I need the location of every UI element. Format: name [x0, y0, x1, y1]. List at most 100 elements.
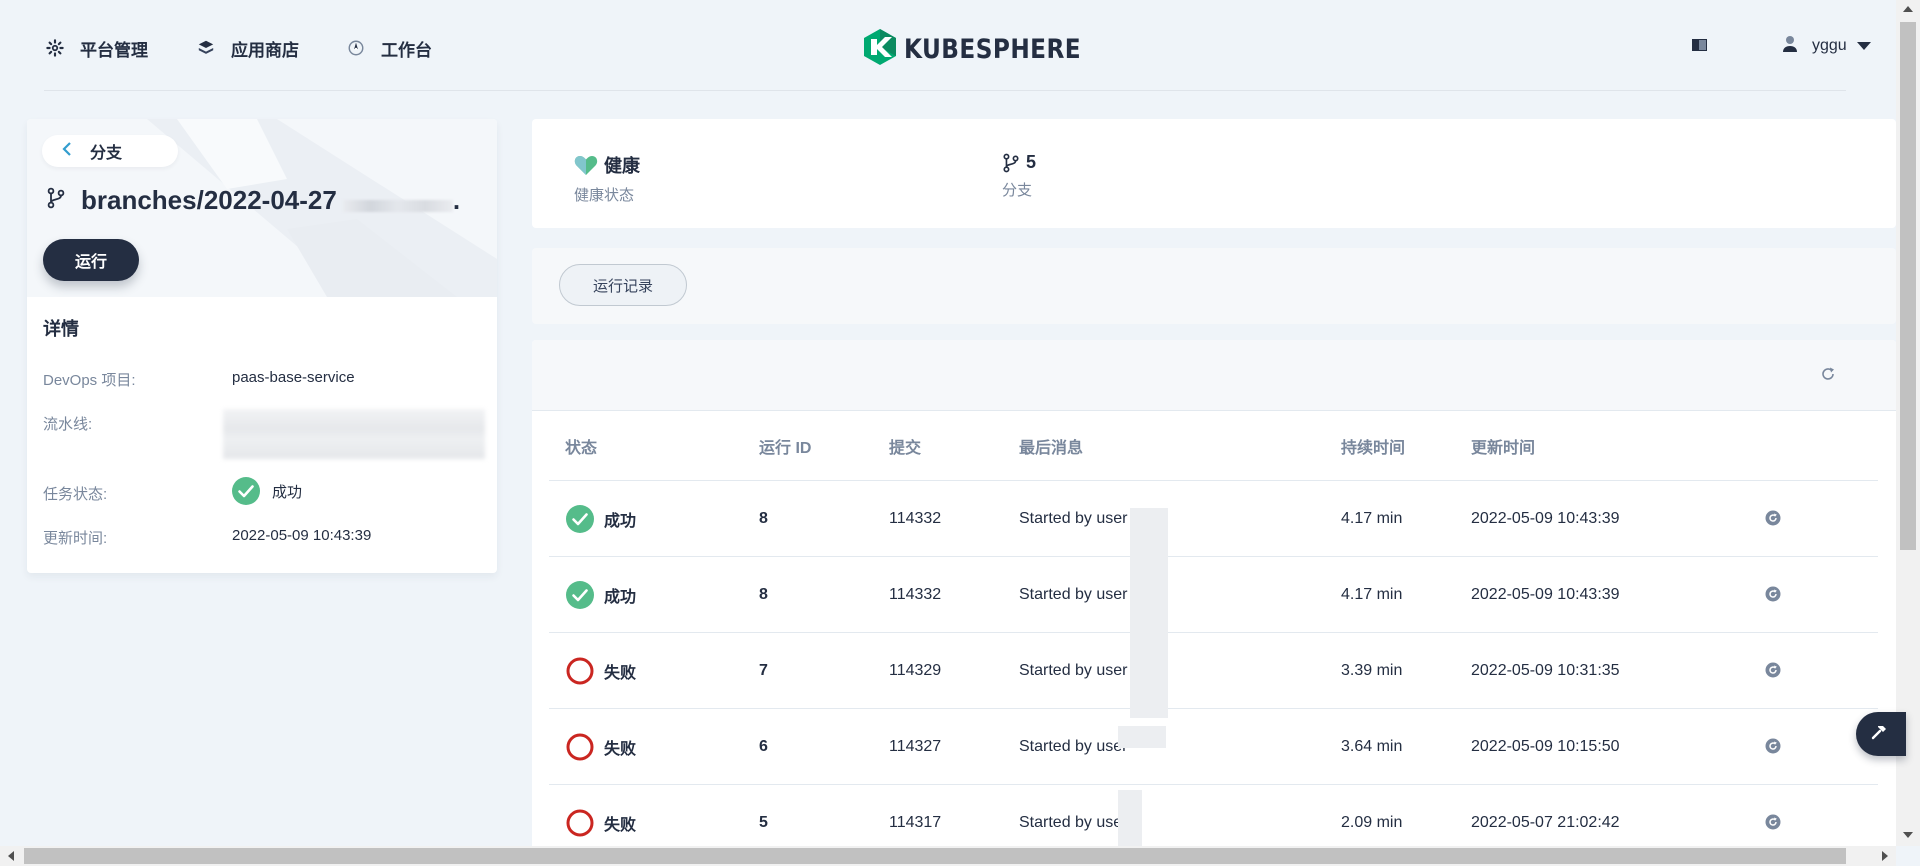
run-id-cell: 7 [759, 661, 768, 679]
branch-title: branches/2022-04-27 . [47, 185, 460, 216]
commit-cell: 114329 [889, 661, 942, 679]
duration-cell: 4.17 min [1341, 585, 1403, 603]
task-status-text: 成功 [272, 483, 303, 501]
book-icon[interactable] [1690, 36, 1710, 54]
column-header-duration[interactable]: 持续时间 [1341, 434, 1405, 458]
duration-cell: 3.39 min [1341, 661, 1403, 679]
status-cell: 成功 [566, 557, 636, 632]
nav-workbench-label: 工作台 [381, 40, 432, 60]
pipeline-summary: 健康 健康状态 5 分支 [532, 119, 1896, 228]
nav-workbench[interactable]: 工作台 [345, 30, 432, 66]
commit-cell: 114317 [889, 813, 942, 831]
back-to-branches-button[interactable]: 分支 [42, 135, 178, 167]
stack-icon [195, 37, 217, 59]
branch-name-suffix: . [452, 185, 461, 215]
tab-run-records[interactable]: 运行记录 [559, 264, 687, 306]
replay-icon[interactable] [1763, 584, 1783, 604]
top-navigation: 平台管理 应用商店 工作台 KUBESPHERE yggu [0, 0, 1896, 92]
column-header-updated[interactable]: 更新时间 [1471, 434, 1535, 458]
status-text: 失败 [604, 664, 637, 682]
scroll-right-arrow[interactable] [1882, 851, 1888, 861]
branch-count-label: 分支 [1002, 182, 1033, 199]
column-header-commit[interactable]: 提交 [889, 434, 921, 458]
run-id-cell: 8 [759, 509, 768, 527]
kubesphere-logo-icon [862, 28, 898, 71]
heart-icon [574, 154, 598, 176]
horizontal-scroll-thumb[interactable] [24, 848, 1846, 864]
status-text: 成功 [604, 512, 637, 530]
run-records-table: 状态 运行 ID 提交 最后消息 持续时间 更新时间 成功 8 114332 S… [532, 340, 1896, 850]
scroll-up-arrow[interactable] [1903, 6, 1913, 12]
branch-name: branches/2022-04-27 [81, 185, 337, 215]
updated-cell: 2022-05-09 10:43:39 [1471, 585, 1620, 603]
message-cell: Started by user [1019, 661, 1128, 679]
run-id-cell: 5 [759, 813, 768, 831]
table-row[interactable]: 失败 5 114317 Started by user 2.09 min 202… [549, 785, 1878, 850]
table-row[interactable]: 成功 8 114332 Started by user 4.17 min 202… [549, 481, 1878, 557]
user-icon [1782, 35, 1798, 58]
vertical-scroll-thumb[interactable] [1900, 22, 1916, 550]
branch-count-value: 5 [1026, 152, 1037, 172]
fail-circle-icon [566, 733, 594, 761]
nav-appstore-label: 应用商店 [231, 40, 299, 60]
fail-circle-icon [566, 809, 594, 837]
status-cell: 失败 [566, 785, 636, 850]
refresh-icon[interactable] [1816, 362, 1840, 386]
scroll-down-arrow[interactable] [1903, 832, 1913, 838]
column-header-last-message[interactable]: 最后消息 [1019, 434, 1083, 458]
duration-cell: 2.09 min [1341, 813, 1403, 831]
replay-icon[interactable] [1763, 660, 1783, 680]
branch-info-card: 分支 branches/2022-04-27 . 运行 详情 DevOps 项目… [27, 119, 497, 573]
toolbox-button[interactable] [1856, 712, 1906, 756]
column-header-run-id[interactable]: 运行 ID [759, 434, 811, 458]
run-id-cell: 8 [759, 585, 768, 603]
caret-down-icon [1856, 37, 1871, 55]
commit-cell: 114327 [889, 737, 942, 755]
table-row[interactable]: 成功 8 114332 Started by user 4.17 min 202… [549, 557, 1878, 633]
nav-platform-management[interactable]: 平台管理 [44, 30, 148, 66]
git-branch-icon [1002, 153, 1020, 173]
table-row[interactable]: 失败 6 114327 Started by user 3.64 min 202… [549, 709, 1878, 785]
task-status-label: 任务状态: [43, 486, 108, 503]
redacted-username [1118, 790, 1142, 850]
replay-icon[interactable] [1763, 736, 1783, 756]
status-text: 失败 [604, 740, 637, 758]
status-text: 成功 [604, 588, 637, 606]
run-id-cell: 6 [759, 737, 768, 755]
health-status: 健康 健康状态 [574, 152, 640, 205]
branch-header: 分支 branches/2022-04-27 . 运行 [27, 119, 497, 297]
replay-icon[interactable] [1763, 812, 1783, 832]
tab-bar: 运行记录 [532, 248, 1896, 324]
table-toolbar [532, 340, 1896, 411]
updated-cell: 2022-05-07 21:02:42 [1471, 813, 1620, 831]
nav-divider [44, 90, 1846, 91]
commit-cell: 114332 [889, 509, 942, 527]
kubesphere-logo[interactable]: KUBESPHERE [862, 28, 1110, 71]
replay-icon[interactable] [1763, 508, 1783, 528]
duration-cell: 3.64 min [1341, 737, 1403, 755]
details-title: 详情 [43, 319, 79, 339]
check-circle-icon [566, 580, 594, 609]
updated-time-label: 更新时间: [43, 530, 108, 547]
health-label: 健康状态 [574, 187, 635, 204]
message-cell: Started by user [1019, 813, 1128, 831]
gear-icon [44, 37, 66, 59]
redacted-username [1118, 726, 1166, 748]
username: yggu [1812, 37, 1847, 54]
run-button[interactable]: 运行 [43, 239, 139, 281]
updated-cell: 2022-05-09 10:43:39 [1471, 509, 1620, 527]
branch-count: 5 分支 [1002, 152, 1036, 200]
nav-app-store[interactable]: 应用商店 [195, 30, 299, 66]
duration-cell: 4.17 min [1341, 509, 1403, 527]
check-circle-icon [232, 477, 260, 505]
chevron-left-icon [62, 141, 72, 162]
git-branch-icon [47, 185, 65, 216]
check-circle-icon [566, 504, 594, 533]
status-text: 失败 [604, 816, 637, 834]
user-menu[interactable]: yggu [1782, 32, 1871, 60]
column-header-status[interactable]: 状态 [565, 434, 597, 458]
table-row[interactable]: 失败 7 114329 Started by user 3.39 min 202… [549, 633, 1878, 709]
devops-project-label: DevOps 项目: [43, 372, 136, 389]
back-label: 分支 [90, 145, 123, 162]
scroll-left-arrow[interactable] [8, 851, 14, 861]
